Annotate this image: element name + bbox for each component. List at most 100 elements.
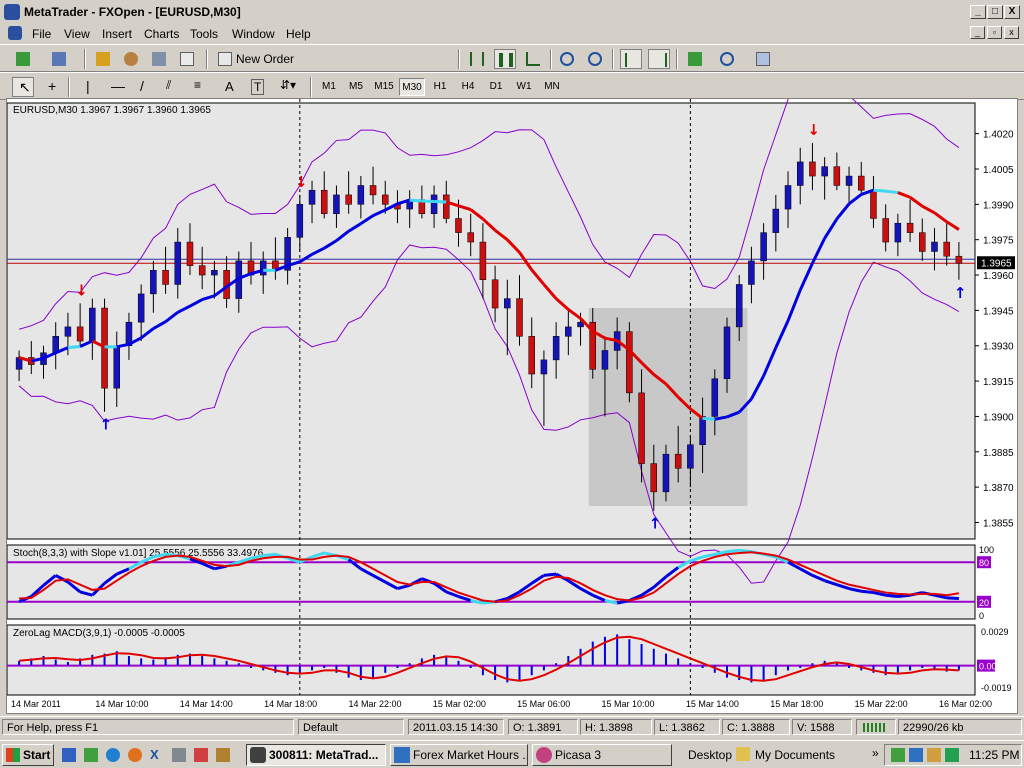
- candle-body: [479, 241, 487, 281]
- my-documents-label[interactable]: My Documents: [755, 748, 835, 762]
- menu-charts[interactable]: Charts: [144, 27, 179, 41]
- quicklaunch-media-icon[interactable]: [194, 748, 208, 762]
- candle-body: [723, 326, 731, 379]
- arrows-dropdown-icon[interactable]: ⇵▾: [276, 77, 302, 97]
- chart-canvas[interactable]: ↓ ↑ ↓ ↑ ↓ ↑ 1.4020 1.4005 1.3990 1.3975 1.3960 1.39…: [7, 99, 1017, 713]
- timeframe-h1[interactable]: H1: [427, 78, 453, 96]
- navigator-button[interactable]: [120, 49, 142, 69]
- task-metatrader[interactable]: 300811: MetaTrad...: [246, 744, 386, 766]
- menu-file[interactable]: File: [32, 27, 51, 41]
- quicklaunch-app-icon[interactable]: [84, 748, 98, 762]
- market-watch-button[interactable]: [92, 49, 114, 69]
- candle-body: [699, 416, 706, 445]
- terminal-button[interactable]: [148, 49, 170, 69]
- periods-button[interactable]: [716, 49, 738, 69]
- crosshair-icon[interactable]: +: [42, 77, 64, 97]
- zoom-in-icon[interactable]: [556, 49, 578, 69]
- child-close-button[interactable]: x: [1004, 26, 1019, 39]
- candle-body: [89, 307, 96, 342]
- vertical-line-icon[interactable]: |: [78, 77, 100, 97]
- timeframe-mn[interactable]: MN: [539, 78, 565, 96]
- show-more-icon[interactable]: »: [872, 746, 879, 760]
- close-button[interactable]: X: [1004, 5, 1020, 19]
- timeframe-m15[interactable]: M15: [371, 78, 397, 96]
- metatrader-icon: [250, 747, 266, 763]
- timeframe-m1[interactable]: M1: [316, 78, 342, 96]
- excel-icon[interactable]: X: [150, 748, 164, 762]
- maximize-button[interactable]: □: [987, 5, 1003, 19]
- chart-window-icon[interactable]: [8, 26, 22, 40]
- indicators-button[interactable]: [684, 49, 706, 69]
- time-axis-label: 14 Mar 18:00: [264, 699, 317, 709]
- toolbar-separator: [676, 49, 678, 69]
- candle-body: [919, 232, 926, 252]
- text-icon[interactable]: A: [218, 77, 240, 97]
- text-label-icon[interactable]: T: [246, 77, 268, 97]
- trendline-icon[interactable]: /: [134, 77, 156, 97]
- chart-shift-button[interactable]: [648, 49, 670, 69]
- zoom-out-icon[interactable]: [584, 49, 606, 69]
- menu-view[interactable]: View: [64, 27, 90, 41]
- candle-body: [870, 189, 877, 219]
- quicklaunch-desktop-icon[interactable]: [62, 748, 76, 762]
- my-documents-icon[interactable]: [736, 747, 750, 761]
- templates-button[interactable]: [752, 49, 774, 69]
- timeframe-m30[interactable]: M30: [399, 78, 425, 96]
- moving-average-segment: [409, 198, 422, 203]
- timeframe-d1[interactable]: D1: [483, 78, 509, 96]
- cursor-icon[interactable]: ↖: [12, 77, 34, 97]
- volume-icon[interactable]: [927, 748, 941, 762]
- menu-help[interactable]: Help: [286, 27, 311, 41]
- new-order-button[interactable]: New Order: [214, 49, 294, 69]
- quicklaunch-tool-icon[interactable]: [172, 748, 186, 762]
- tester-button[interactable]: [176, 49, 198, 69]
- status-profile: Default: [298, 719, 404, 735]
- profiles-button[interactable]: [48, 49, 70, 69]
- task-forex-market-hours[interactable]: Forex Market Hours ...: [390, 744, 528, 766]
- timeframe-w1[interactable]: W1: [511, 78, 537, 96]
- timeframe-m5[interactable]: M5: [343, 78, 369, 96]
- equidistant-channel-icon[interactable]: ⫽: [162, 77, 184, 97]
- buy-arrow-icon: ↑: [649, 515, 662, 533]
- horizontal-line-icon[interactable]: —: [106, 77, 128, 97]
- candle-body: [186, 241, 194, 266]
- standard-toolbar: New Order: [0, 44, 1024, 72]
- candle-body: [833, 166, 841, 186]
- minimize-button[interactable]: _: [970, 5, 986, 19]
- desktop-toolbar-label[interactable]: Desktop: [688, 748, 732, 762]
- menu-window[interactable]: Window: [232, 27, 275, 41]
- auto-scroll-button[interactable]: [620, 49, 642, 69]
- chart-window[interactable]: ↓ ↑ ↓ ↑ ↓ ↑ 1.4020 1.4005 1.3990 1.3975 1.3960 1.39…: [6, 98, 1018, 714]
- bar-chart-button[interactable]: [466, 49, 488, 69]
- candle-body: [516, 298, 523, 337]
- timeframe-h4[interactable]: H4: [455, 78, 481, 96]
- candle-body: [174, 241, 182, 285]
- security-icon[interactable]: [945, 748, 959, 762]
- menu-tools[interactable]: Tools: [190, 27, 218, 41]
- tray-app-icon[interactable]: [909, 748, 923, 762]
- new-chart-button[interactable]: [12, 49, 34, 69]
- candle-body: [357, 185, 365, 205]
- menu-insert[interactable]: Insert: [102, 27, 132, 41]
- internet-explorer-icon[interactable]: [106, 748, 120, 762]
- candlestick-button[interactable]: [494, 49, 516, 69]
- child-minimize-button[interactable]: _: [970, 26, 985, 39]
- line-chart-button[interactable]: [522, 49, 544, 69]
- start-button[interactable]: Start: [2, 744, 54, 766]
- candle-body: [784, 185, 792, 210]
- clock[interactable]: 11:25 PM: [969, 748, 1019, 762]
- candle-body: [369, 185, 377, 196]
- candle-body: [455, 218, 462, 233]
- task-picasa[interactable]: Picasa 3: [532, 744, 672, 766]
- price-panel-title: EURUSD,M30 1.3967 1.3967 1.3960 1.3965: [13, 105, 211, 116]
- child-restore-button[interactable]: ▫: [987, 26, 1002, 39]
- time-axis-label: 15 Mar 18:00: [770, 699, 823, 709]
- candle-body: [308, 189, 316, 205]
- network-icon[interactable]: [891, 748, 905, 762]
- candle-body: [882, 218, 889, 243]
- firefox-icon[interactable]: [128, 748, 142, 762]
- quicklaunch-folder-icon[interactable]: [216, 748, 230, 762]
- price-tick-label: 1.3975: [983, 236, 1014, 247]
- fibonacci-icon[interactable]: ≡: [190, 77, 212, 97]
- moving-average-segment: [873, 188, 886, 193]
